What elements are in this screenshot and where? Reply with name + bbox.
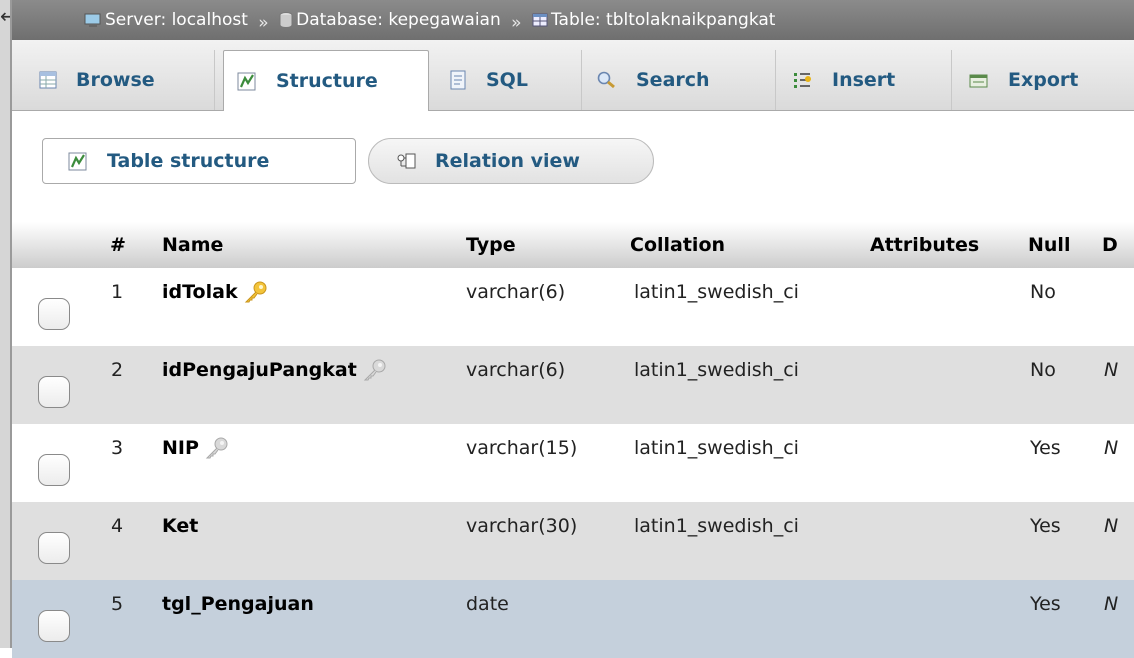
- column-collation: latin1_swedish_ci: [634, 359, 799, 381]
- breadcrumb-database-label: Database: kepegawaian: [296, 10, 501, 30]
- row-checkbox[interactable]: [38, 610, 70, 642]
- tab-export[interactable]: Export: [956, 50, 1134, 110]
- column-name: Ket: [162, 514, 198, 538]
- column-name-label: Ket: [162, 515, 199, 537]
- column-header-collation[interactable]: Collation: [630, 222, 725, 268]
- table-row[interactable]: 2 idPengajuPangkat varchar(6) latin1_swe…: [12, 346, 1134, 424]
- navigation-panel-edge: ←: [0, 0, 17, 648]
- breadcrumb-separator: »: [258, 13, 269, 33]
- index-key-icon: [363, 359, 386, 381]
- column-header-name[interactable]: Name: [162, 222, 223, 268]
- sql-icon: [450, 70, 466, 90]
- subtab-relation-view[interactable]: Relation view: [368, 138, 654, 184]
- tab-sql-label: SQL: [486, 69, 528, 91]
- column-name: NIP: [162, 436, 229, 460]
- subtab-relation-view-label: Relation view: [435, 150, 580, 172]
- structure-icon: [237, 72, 256, 91]
- database-icon: [279, 12, 293, 28]
- tab-insert[interactable]: Insert: [780, 50, 950, 110]
- tab-divider: [775, 50, 776, 110]
- relation-icon: [397, 153, 416, 169]
- index-key-icon: [205, 437, 228, 459]
- column-header-default[interactable]: D: [1102, 222, 1118, 268]
- breadcrumb: Server: localhost » Database: kepegawaia…: [12, 0, 1134, 40]
- column-type: varchar(15): [466, 437, 578, 459]
- column-header-null[interactable]: Null: [1028, 222, 1070, 268]
- column-name: tgl_Pengajuan: [162, 592, 314, 616]
- table-row[interactable]: 4 Ket varchar(30) latin1_swedish_ci Yes …: [12, 502, 1134, 580]
- column-name-label: idPengajuPangkat: [162, 359, 357, 381]
- table-row[interactable]: 3 NIP varchar(15) latin1_swedish_ci Yes …: [12, 424, 1134, 502]
- tab-search[interactable]: Search: [584, 50, 774, 110]
- column-default: N: [1104, 515, 1119, 537]
- row-checkbox[interactable]: [38, 298, 70, 330]
- breadcrumb-database[interactable]: Database: kepegawaian: [279, 0, 501, 40]
- column-collation: latin1_swedish_ci: [634, 515, 799, 537]
- column-type: varchar(6): [466, 281, 566, 303]
- tab-export-label: Export: [1008, 69, 1079, 91]
- column-header-type[interactable]: Type: [466, 222, 516, 268]
- table-header: # Name Type Collation Attributes Null D: [12, 222, 1134, 268]
- tab-structure-label: Structure: [276, 70, 378, 92]
- tab-divider: [951, 50, 952, 110]
- subtab-table-structure-label: Table structure: [107, 150, 270, 172]
- column-name: idPengajuPangkat: [162, 358, 387, 382]
- column-header-attributes[interactable]: Attributes: [870, 222, 979, 268]
- browse-icon: [39, 71, 57, 89]
- column-collation: latin1_swedish_ci: [634, 437, 799, 459]
- row-number: 3: [111, 437, 124, 459]
- structure-icon: [68, 152, 87, 171]
- column-default: N: [1104, 359, 1119, 381]
- tab-insert-label: Insert: [832, 69, 896, 91]
- breadcrumb-table-label: Table: tbltolaknaikpangkat: [550, 10, 776, 30]
- breadcrumb-separator: »: [511, 13, 522, 33]
- column-name-label: NIP: [162, 437, 199, 459]
- column-collation: latin1_swedish_ci: [634, 281, 799, 303]
- row-checkbox[interactable]: [38, 454, 70, 486]
- insert-icon: [794, 73, 811, 88]
- column-null: Yes: [1030, 593, 1061, 615]
- breadcrumb-table[interactable]: Table: tbltolaknaikpangkat: [532, 0, 776, 40]
- tab-divider: [214, 50, 215, 110]
- breadcrumb-server[interactable]: Server: localhost: [84, 0, 248, 40]
- column-name-label: tgl_Pengajuan: [162, 593, 314, 615]
- row-number: 2: [111, 359, 124, 381]
- breadcrumb-server-label: Server: localhost: [105, 10, 248, 30]
- row-checkbox[interactable]: [38, 532, 70, 564]
- subtab-table-structure[interactable]: Table structure: [42, 138, 356, 184]
- column-null: No: [1030, 359, 1056, 381]
- tab-divider: [581, 50, 582, 110]
- column-name: idTolak: [162, 280, 268, 304]
- row-number: 5: [111, 593, 124, 615]
- column-type: date: [466, 593, 509, 615]
- tab-bar: Browse Structure SQL Search Insert Expor…: [12, 40, 1134, 111]
- column-default: N: [1104, 593, 1119, 615]
- column-name-label: idTolak: [162, 281, 238, 303]
- primary-key-icon: [244, 281, 267, 303]
- table-icon: [532, 13, 548, 27]
- row-number: 4: [111, 515, 124, 537]
- server-icon: [84, 13, 101, 27]
- column-type: varchar(6): [466, 359, 566, 381]
- column-header-number[interactable]: #: [110, 222, 126, 268]
- tab-search-label: Search: [636, 69, 710, 91]
- column-default: N: [1104, 437, 1119, 459]
- tab-browse[interactable]: Browse: [26, 50, 212, 110]
- tab-browse-label: Browse: [76, 69, 155, 91]
- tab-structure[interactable]: Structure: [223, 50, 429, 111]
- export-icon: [969, 74, 988, 88]
- column-null: Yes: [1030, 437, 1061, 459]
- column-null: No: [1030, 281, 1056, 303]
- search-icon: [597, 71, 615, 89]
- tab-sql[interactable]: SQL: [436, 50, 580, 110]
- column-type: varchar(30): [466, 515, 578, 537]
- row-checkbox[interactable]: [38, 376, 70, 408]
- table-row[interactable]: 5 tgl_Pengajuan date Yes N: [12, 580, 1134, 658]
- row-number: 1: [111, 281, 124, 303]
- table-row[interactable]: 1 idTolak varchar(6) latin1_swedish_ci N…: [12, 268, 1134, 346]
- column-null: Yes: [1030, 515, 1061, 537]
